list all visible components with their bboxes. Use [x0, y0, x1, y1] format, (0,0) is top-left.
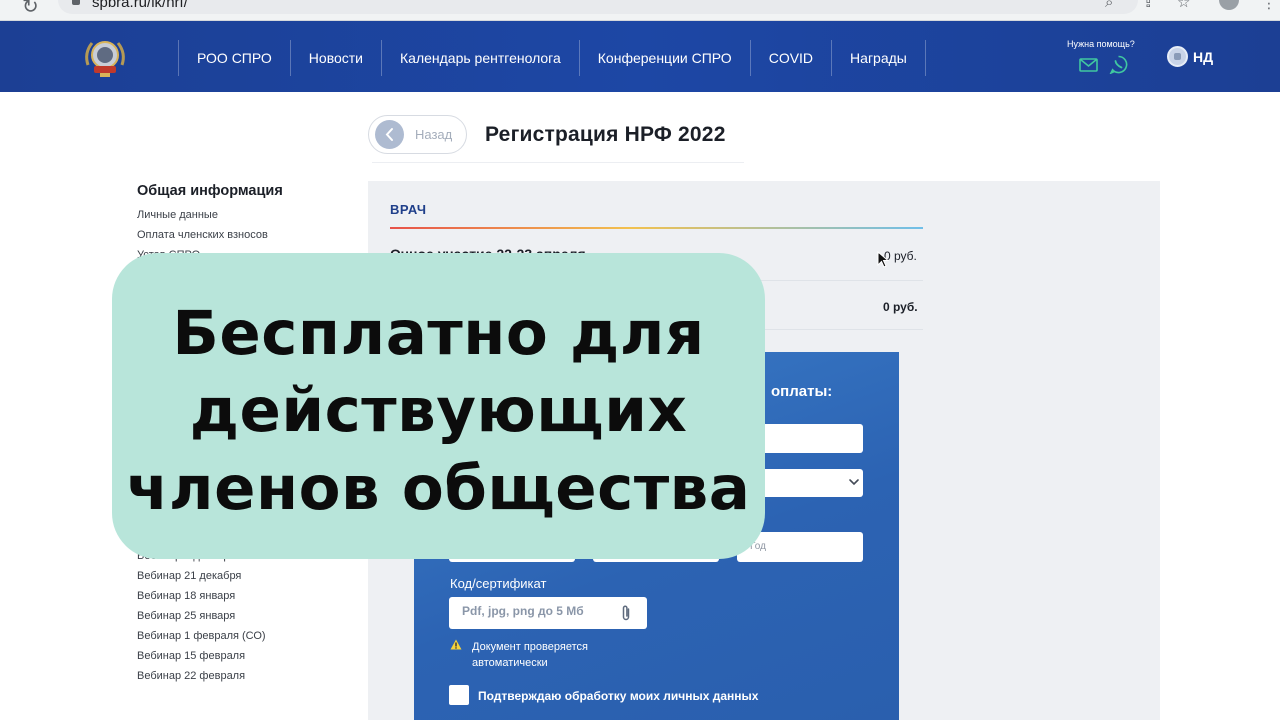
callout-text-line: членов общества: [126, 453, 751, 524]
spro-logo[interactable]: [82, 35, 128, 79]
option-price: 0 руб.: [883, 300, 918, 314]
sidebar-item-webinar[interactable]: Вебинар 21 декабря: [137, 570, 241, 582]
sidebar-item-webinar[interactable]: Вебинар 1 февраля (СО): [137, 630, 266, 642]
callout-text-line: Бесплатно для: [172, 298, 705, 369]
warning-text: Документ проверяется автоматически: [472, 641, 588, 669]
paperclip-icon[interactable]: [621, 604, 631, 622]
mail-icon[interactable]: [1079, 58, 1098, 72]
sidebar-item-webinar[interactable]: Вебинар 22 февраля: [137, 670, 245, 682]
back-label: Назад: [415, 127, 453, 142]
sidebar-heading: Общая информация: [137, 183, 283, 199]
consent-label[interactable]: Подтверждаю обработку моих личных данных: [478, 689, 758, 703]
sidebar-item-webinar[interactable]: Вебинар 25 января: [137, 610, 235, 622]
share-icon[interactable]: ⇪: [1142, 0, 1155, 11]
nav-item-awards[interactable]: Награды: [832, 40, 926, 76]
page-title: Регистрация НРФ 2022: [485, 123, 726, 146]
consent-checkbox[interactable]: [449, 685, 469, 705]
warning-icon: [450, 639, 462, 650]
chevron-left-icon: [375, 120, 404, 149]
main-nav: РОО СПРО Новости Календарь рентгенолога …: [178, 40, 926, 76]
reload-icon[interactable]: ↻: [22, 0, 39, 18]
address-bar[interactable]: [58, 0, 1138, 14]
star-icon[interactable]: ☆: [1177, 0, 1190, 11]
whatsapp-icon[interactable]: [1109, 55, 1128, 74]
user-avatar[interactable]: [1167, 46, 1188, 67]
form-title: оплаты:: [771, 383, 833, 400]
nav-item-covid[interactable]: COVID: [751, 40, 833, 76]
sidebar-item-personal-data[interactable]: Личные данные: [137, 209, 218, 221]
profile-icon[interactable]: [1219, 0, 1239, 10]
upload-placeholder: Pdf, jpg, png до 5 Мб: [462, 604, 584, 618]
browser-toolbar: ↻ spbra.ru/lk/nrf/ ⌕ ⇪ ☆ ⋮: [0, 0, 1280, 21]
help-label: Нужна помощь?: [1067, 39, 1135, 49]
site-header: РОО СПРО Новости Календарь рентгенолога …: [0, 21, 1280, 92]
sidebar-item-membership-fees[interactable]: Оплата членских взносов: [137, 229, 268, 241]
section-divider: [390, 227, 923, 229]
section-label: ВРАЧ: [390, 202, 427, 217]
search-icon[interactable]: ⌕: [1105, 0, 1113, 11]
nav-item-news[interactable]: Новости: [291, 40, 382, 76]
user-initials[interactable]: НД: [1193, 49, 1213, 65]
chevron-down-icon: [849, 479, 859, 486]
callout-text-line: действующих: [189, 375, 688, 446]
sidebar-item-webinar[interactable]: Вебинар 18 января: [137, 590, 235, 602]
nav-item-calendar[interactable]: Календарь рентгенолога: [382, 40, 580, 76]
site-info-icon[interactable]: [72, 0, 80, 5]
title-divider: [372, 162, 744, 163]
nav-item-roo-spro[interactable]: РОО СПРО: [179, 40, 291, 76]
nav-item-conferences[interactable]: Конференции СПРО: [580, 40, 751, 76]
mouse-cursor-icon: [877, 251, 889, 268]
sidebar-item-webinar[interactable]: Вебинар 15 февраля: [137, 650, 245, 662]
cert-label: Код/сертификат: [450, 576, 547, 591]
menu-icon[interactable]: ⋮: [1262, 0, 1276, 12]
url-text[interactable]: spbra.ru/lk/nrf/: [92, 0, 188, 11]
back-button[interactable]: Назад: [368, 115, 467, 154]
